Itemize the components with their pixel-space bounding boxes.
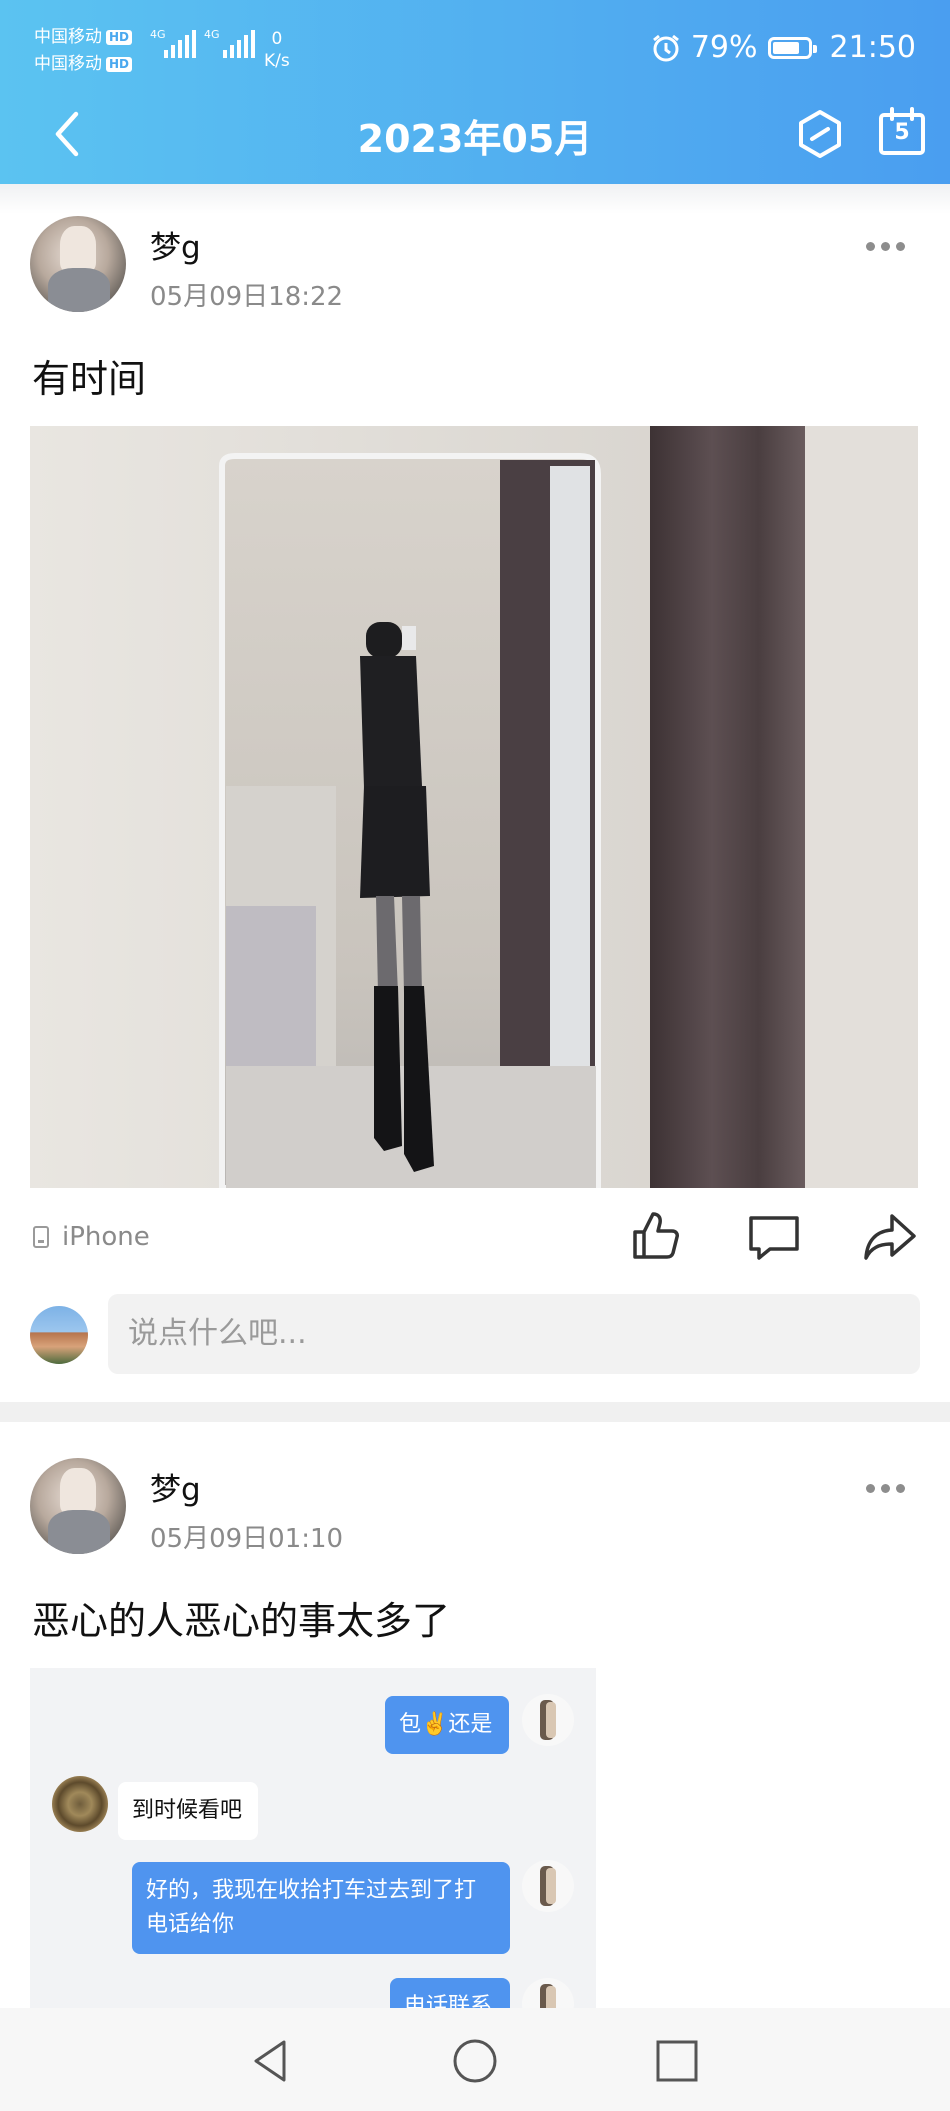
hexagon-slash-icon[interactable] [796,108,844,160]
chat-bubble: 到时候看吧 [118,1782,258,1840]
share-icon[interactable] [862,1208,918,1264]
comment-input[interactable]: 说点什么吧... [108,1294,920,1374]
phone-icon [33,1226,49,1248]
clock: 21:50 [829,30,916,65]
post-photo[interactable] [30,426,918,1188]
chat-avatar-me [522,1860,574,1912]
thumbs-up-icon[interactable] [626,1208,682,1264]
net-speed: 0 K/s [264,29,290,71]
hd-badge: HD [106,29,133,45]
comment-icon[interactable] [746,1208,802,1264]
battery-icon [767,36,817,59]
status-right: 79% 21:50 [651,30,916,65]
post-text: 恶心的人恶心的事太多了 [32,1599,451,1643]
post-divider [0,1402,950,1422]
avatar[interactable] [30,216,126,312]
username[interactable]: 梦g [150,1464,201,1509]
chat-bubble: 包✌️还是 [385,1696,509,1754]
battery-text: 79% [690,30,758,65]
post-time: 05月09日01:10 [150,1524,344,1554]
triangle-back-icon[interactable] [246,2036,296,2086]
my-avatar [30,1306,88,1364]
hd-badge: HD [106,56,133,72]
system-nav-bar [0,2008,950,2111]
post-text: 有时间 [32,357,147,401]
post-time: 05月09日18:22 [150,282,344,312]
calendar-day: 5 [894,120,910,145]
carrier-1: 中国移动 [34,27,102,47]
square-recents-icon[interactable] [652,2036,702,2086]
more-options-button[interactable] [866,234,916,258]
chat-avatar-other [52,1776,108,1832]
chat-bubble: 好的，我现在收拾打车过去到了打电话给你 [132,1862,510,1954]
calendar-button[interactable]: 5 [878,106,926,158]
circle-home-icon[interactable] [450,2036,500,2086]
device-label: iPhone [32,1222,150,1252]
chat-avatar-me [522,1694,574,1746]
avatar[interactable] [30,1458,126,1554]
more-options-button[interactable] [866,1476,916,1500]
device-name: iPhone [62,1222,150,1252]
alarm-icon [652,34,679,61]
top-bar: 中国移动 HD 中国移动 HD 4G 4G 0 K/s 79% 21:50 2023… [0,0,950,184]
username[interactable]: 梦g [150,222,201,267]
carrier-2: 中国移动 [34,54,102,74]
signal-icon: 4G 4G [150,28,263,62]
header-shadow [0,184,950,214]
carrier-info: 中国移动 HD 中国移动 HD [34,24,133,78]
